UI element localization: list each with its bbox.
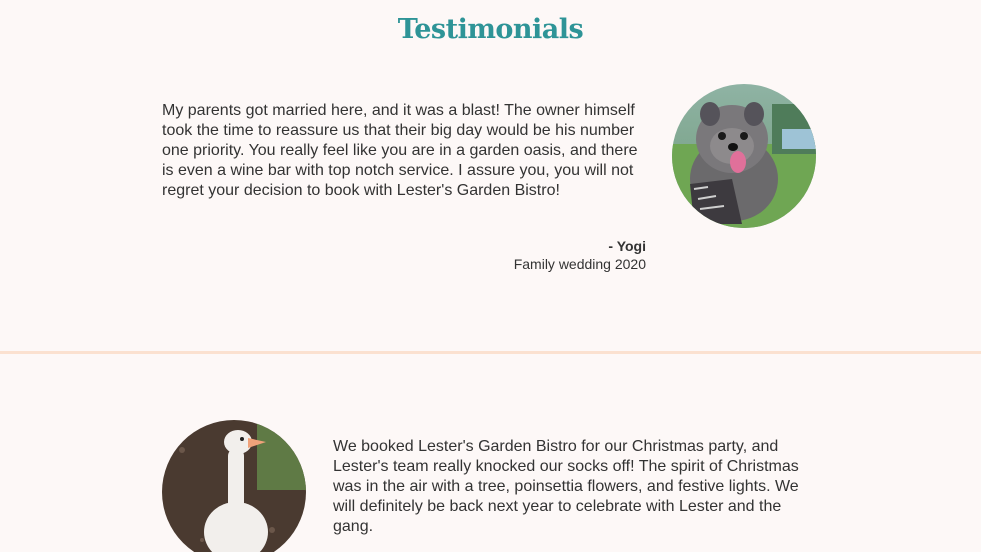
dog-photo [672,84,816,228]
testimonial-author-block: - Yogi Family wedding 2020 [514,237,646,273]
testimonial-quote: We booked Lester's Garden Bistro for our… [333,438,799,535]
testimonial-quote: My parents got married here, and it was … [162,102,638,199]
section-divider [0,351,981,354]
goose-photo [162,420,306,552]
section-title: Testimonials [397,14,584,45]
author-event: Family wedding 2020 [513,256,646,272]
testimonials-page: Testimonials My parents got married here… [0,0,981,552]
author-name: - Yogi [608,238,646,254]
